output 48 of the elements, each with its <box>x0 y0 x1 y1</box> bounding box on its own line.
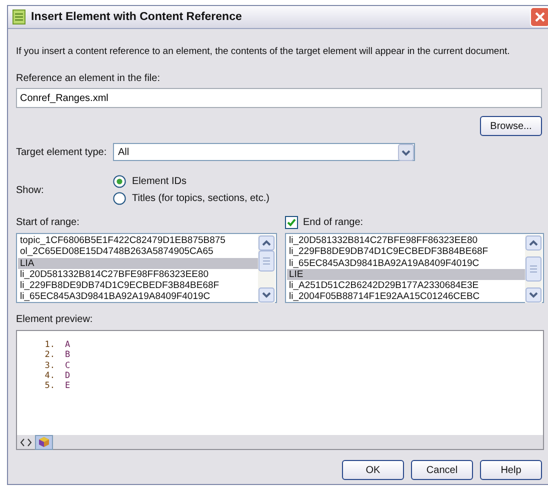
document-icon <box>12 9 26 25</box>
list-item[interactable]: li_65EC845A3D9841BA92A19A8409F4019C <box>287 258 525 269</box>
radio-button[interactable] <box>113 175 126 188</box>
list-number: 1. <box>44 340 55 350</box>
list-item[interactable]: li_65EC845A3D9841BA92A19A8409F4019C <box>18 291 258 301</box>
list-item[interactable]: ol_2C65ED08E15D4748B263A5874905CA65 <box>18 246 258 258</box>
angle-brackets-icon <box>20 438 32 446</box>
scrollbar-drawing[interactable] <box>525 235 542 303</box>
start-range-label: Start of range: <box>16 216 80 230</box>
list-number: 3. <box>44 360 55 371</box>
radio-label: Element IDs <box>132 176 186 187</box>
description-text: If you insert a content reference to an element, the contents of the target element will appear in the current document. <box>16 46 511 57</box>
list-item[interactable]: LIA <box>18 258 258 269</box>
target-type-label: Target element type: <box>16 146 108 158</box>
dialog-button[interactable]: OK <box>342 460 404 480</box>
list-item[interactable]: li_229FB8DE9DB74D1C9ECBEDF3B84BE68F <box>287 246 525 258</box>
list-item[interactable]: li_A251D51C2B6242D29B177A2330684E3E <box>287 280 525 292</box>
list-item-text: A <box>65 340 70 350</box>
close-icon[interactable] <box>530 7 548 27</box>
show-label: Show: <box>16 184 45 196</box>
file-label: Reference an element in the file: <box>16 73 161 84</box>
dialog-button[interactable]: Cancel <box>411 460 473 480</box>
cube-icon <box>38 436 50 448</box>
list-item-text: C <box>65 360 70 371</box>
radio-label: Titles (for topics, sections, etc.) <box>132 193 270 204</box>
list-item-text: E <box>65 381 70 392</box>
window-title: Insert Element with Content Reference <box>31 11 243 23</box>
radio-button[interactable] <box>113 192 126 205</box>
rendered-view-tab[interactable] <box>35 434 53 450</box>
list-number: 2. <box>44 350 55 361</box>
list-item[interactable]: LIE <box>287 268 525 280</box>
list-item[interactable]: li_20D581332B814C27BFE98FF86323EE80 <box>287 235 525 246</box>
browse-button[interactable]: Browse... <box>480 116 542 136</box>
list-item-text: B <box>65 350 70 361</box>
scrollbar-drawing[interactable] <box>258 235 275 303</box>
list-item[interactable]: li_20D581332B814C27BFE98FF86323EE80 <box>18 268 258 280</box>
list-item[interactable]: li_229FB8DE9DB74D1C9ECBEDF3B84BE68F <box>18 280 258 292</box>
preview-label: Element preview: <box>16 314 94 325</box>
target-type-dropdown[interactable]: All <box>113 143 415 161</box>
dialog-button[interactable]: Help <box>480 460 542 480</box>
end-range-label: End of range: <box>303 217 364 228</box>
checkbox[interactable] <box>285 216 298 229</box>
list-item[interactable]: topic_1CF6806B5E1F422C82479D1EB875B875 <box>18 235 258 246</box>
list-item[interactable]: li_2004F05B88714F1E92AA15C01246CEBC <box>287 291 525 301</box>
list-item-text: D <box>65 370 70 382</box>
list-number: 5. <box>44 381 55 392</box>
list-number: 4. <box>44 370 55 382</box>
file-input[interactable]: Conref_Ranges.xml <box>16 88 542 108</box>
